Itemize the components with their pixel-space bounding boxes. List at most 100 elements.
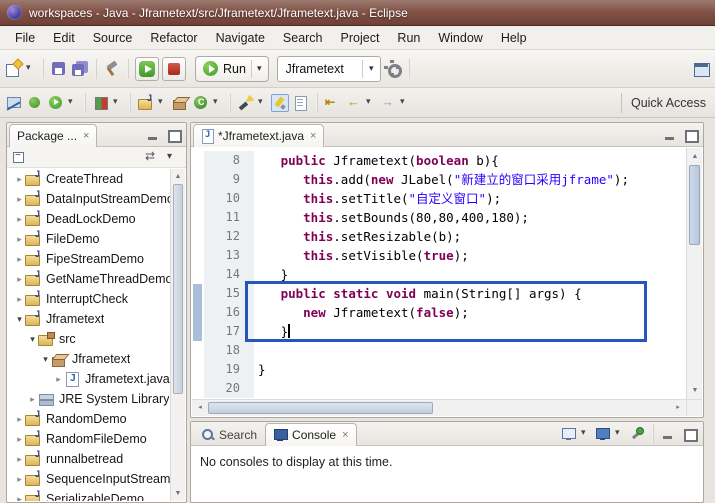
- run-history-dropdown-icon[interactable]: [68, 94, 78, 112]
- editor-vertical-scrollbar[interactable]: ▲ ▼: [686, 148, 702, 399]
- close-tab-icon[interactable]: ×: [310, 130, 316, 142]
- back-history-dropdown-icon[interactable]: [366, 94, 376, 112]
- menu-item-help[interactable]: Help: [492, 28, 536, 48]
- scroll-right-icon[interactable]: ▸: [672, 401, 684, 414]
- save-all-icon[interactable]: [71, 60, 89, 78]
- menu-item-edit[interactable]: Edit: [44, 28, 84, 48]
- launch-config-combo[interactable]: Jframetext ▾: [277, 56, 381, 82]
- run-dropdown-icon[interactable]: ▾: [257, 63, 262, 74]
- scrollbar-th[interactable]: [173, 184, 183, 394]
- back-history-icon[interactable]: [345, 94, 363, 112]
- menu-item-window[interactable]: Window: [429, 28, 491, 48]
- collapse-all-icon[interactable]: [11, 148, 29, 166]
- quick-access-label[interactable]: Quick Access: [631, 96, 710, 110]
- menu-item-navigate[interactable]: Navigate: [207, 28, 274, 48]
- scroll-down-icon[interactable]: ▼: [687, 384, 703, 397]
- scroll-up-icon[interactable]: ▲: [171, 170, 185, 183]
- tree-item-jre-system-library[interactable]: ▸JRE System Library: [8, 389, 170, 409]
- pin-console-icon[interactable]: [628, 425, 646, 443]
- view-menu-icon[interactable]: [164, 148, 182, 166]
- code-line-19[interactable]: 19}: [192, 360, 686, 379]
- open-console-icon[interactable]: [594, 425, 612, 443]
- code-line-10[interactable]: 10 this.setTitle("自定义窗口");: [192, 189, 686, 208]
- code-lines[interactable]: 8 public Jframetext(boolean b){9 this.ad…: [192, 148, 686, 399]
- tree-item-randomfiledemo[interactable]: ▸RandomFileDemo: [8, 429, 170, 449]
- code-line-20[interactable]: 20: [192, 379, 686, 398]
- expand-arrow-icon[interactable]: ▸: [14, 234, 25, 245]
- expand-arrow-icon[interactable]: ▸: [14, 494, 25, 502]
- menu-item-search[interactable]: Search: [274, 28, 332, 48]
- expand-arrow-icon[interactable]: ▸: [53, 374, 64, 385]
- maximize-view-icon[interactable]: [165, 126, 183, 144]
- minimize-view-icon[interactable]: [660, 425, 678, 443]
- display-console-dropdown-icon[interactable]: [581, 425, 591, 443]
- new-java-project-dropdown-icon[interactable]: [158, 94, 168, 112]
- coverage-dropdown-icon[interactable]: [113, 94, 123, 112]
- new-wizard-icon[interactable]: [5, 60, 23, 78]
- collapse-arrow-icon[interactable]: ▾: [27, 334, 38, 345]
- menu-item-refactor[interactable]: Refactor: [141, 28, 206, 48]
- title-bar[interactable]: workspaces - Java - Jframetext/src/Jfram…: [0, 0, 715, 26]
- close-tab-icon[interactable]: ×: [83, 130, 89, 142]
- code-line-8[interactable]: 8 public Jframetext(boolean b){: [192, 151, 686, 170]
- code-line-13[interactable]: 13 this.setVisible(true);: [192, 246, 686, 265]
- tree-item-datainputstreamdemo[interactable]: ▸DataInputStreamDemo: [8, 189, 170, 209]
- new-class-dropdown-icon[interactable]: [213, 94, 223, 112]
- collapse-arrow-icon[interactable]: ▾: [14, 314, 25, 325]
- menu-item-source[interactable]: Source: [84, 28, 142, 48]
- tree-item-getnamethreaddemo[interactable]: ▸GetNameThreadDemo: [8, 269, 170, 289]
- open-console-dropdown-icon[interactable]: [615, 425, 625, 443]
- coverage-icon[interactable]: [92, 94, 110, 112]
- tree-item-createthread[interactable]: ▸CreateThread: [8, 169, 170, 189]
- expand-arrow-icon[interactable]: ▸: [14, 214, 25, 225]
- tree-item-randomdemo[interactable]: ▸RandomDemo: [8, 409, 170, 429]
- tree-item-src[interactable]: ▾src: [8, 329, 170, 349]
- launch-config-dropdown-icon[interactable]: ▾: [369, 63, 374, 74]
- last-edit-location-icon[interactable]: [324, 94, 342, 112]
- link-with-editor-icon[interactable]: [144, 148, 162, 166]
- tree-item-jframetext-java[interactable]: ▸Jframetext.java: [8, 369, 170, 389]
- launch-settings-gear-icon[interactable]: [384, 60, 402, 78]
- tab-package-explorer[interactable]: Package ... ×: [9, 124, 97, 147]
- scrollbar-thumb[interactable]: [208, 402, 433, 414]
- terminate-icon[interactable]: [162, 57, 186, 81]
- tree-item-jframetext[interactable]: ▾Jframetext: [8, 349, 170, 369]
- tree-item-sequenceinputstream[interactable]: ▸SequenceInputStream: [8, 469, 170, 489]
- expand-arrow-icon[interactable]: ▸: [14, 194, 25, 205]
- tree-item-interruptcheck[interactable]: ▸InterruptCheck: [8, 289, 170, 309]
- forward-history-dropdown-icon[interactable]: [400, 94, 410, 112]
- java-perspective-icon[interactable]: [692, 60, 710, 78]
- editor-horizontal-scrollbar[interactable]: ◂ ▸: [192, 399, 686, 416]
- tree-item-fipestreamdemo[interactable]: ▸FipeStreamDemo: [8, 249, 170, 269]
- menu-item-file[interactable]: File: [6, 28, 44, 48]
- minimize-view-icon[interactable]: [145, 126, 163, 144]
- quick-access-area[interactable]: Quick Access: [621, 88, 710, 117]
- expand-arrow-icon[interactable]: ▸: [14, 434, 25, 445]
- debug-last-icon[interactable]: [26, 94, 44, 112]
- tab-jframetext-java[interactable]: *Jframetext.java ×: [193, 124, 324, 147]
- code-line-9[interactable]: 9 this.add(new JLabel("新建立的窗口采用jframe");: [192, 170, 686, 189]
- display-selected-console-icon[interactable]: [560, 425, 578, 443]
- menu-item-run[interactable]: Run: [388, 28, 429, 48]
- scroll-up-icon[interactable]: ▲: [687, 150, 703, 163]
- tree-item-filedemo[interactable]: ▸FileDemo: [8, 229, 170, 249]
- forward-history-icon[interactable]: [379, 94, 397, 112]
- tree-item-serializabledemo[interactable]: ▸SerializableDemo: [8, 489, 170, 501]
- tree-item-runnalbetread[interactable]: ▸runnalbetread: [8, 449, 170, 469]
- tab-search[interactable]: Search: [193, 423, 265, 446]
- search-dropdown-icon[interactable]: [258, 94, 268, 112]
- code-line-12[interactable]: 12 this.setResizable(b);: [192, 227, 686, 246]
- build-all-icon[interactable]: [103, 60, 121, 78]
- mark-occurrences-icon[interactable]: [271, 94, 289, 112]
- editor-body[interactable]: 8 public Jframetext(boolean b){9 this.ad…: [192, 148, 702, 416]
- expand-arrow-icon[interactable]: ▸: [14, 274, 25, 285]
- run-history-icon[interactable]: [47, 94, 65, 112]
- run-last-launch-icon[interactable]: [135, 57, 159, 81]
- close-tab-icon[interactable]: ×: [342, 429, 348, 441]
- new-wizard-dropdown-icon[interactable]: [26, 60, 36, 78]
- run-button[interactable]: Run ▾: [195, 56, 269, 82]
- maximize-view-icon[interactable]: [681, 425, 699, 443]
- open-task-icon[interactable]: [292, 94, 310, 112]
- expand-arrow-icon[interactable]: ▸: [14, 254, 25, 265]
- skip-all-breakpoints-icon[interactable]: [5, 94, 23, 112]
